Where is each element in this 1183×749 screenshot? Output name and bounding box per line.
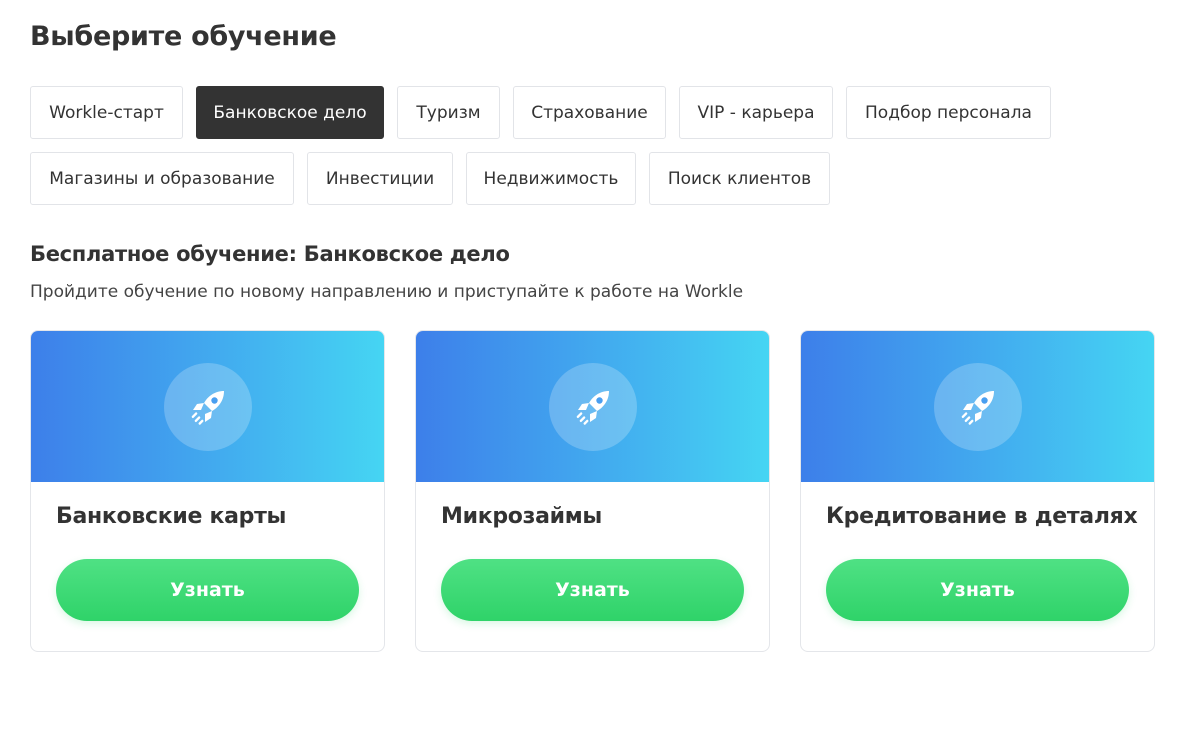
rocket-icon (191, 391, 224, 425)
course-card-banner (416, 331, 769, 482)
course-card: Микрозаймы Узнать (415, 330, 770, 652)
tab-insurance[interactable]: Страхование (513, 86, 666, 139)
course-icon-circle (163, 363, 252, 451)
section-subtitle: Пройдите обучение по новому направлению … (30, 282, 744, 302)
course-title: Банковские карты (56, 504, 287, 529)
rocket-icon (576, 391, 609, 425)
course-title: Микрозаймы (441, 504, 603, 529)
course-icon-circle (933, 363, 1022, 451)
course-title: Кредитование в деталях (826, 504, 1138, 529)
course-card-banner (801, 331, 1154, 482)
tab-row: Workle-старт Банковское дело Туризм Стра… (30, 86, 1160, 139)
training-tabs: Workle-старт Банковское дело Туризм Стра… (30, 86, 1160, 218)
learn-more-button[interactable]: Узнать (826, 559, 1129, 621)
tab-shops-education[interactable]: Магазины и образование (30, 152, 294, 205)
course-card: Кредитование в деталях Узнать (800, 330, 1155, 652)
tab-real-estate[interactable]: Недвижимость (466, 152, 636, 205)
tab-client-search[interactable]: Поиск клиентов (649, 152, 830, 205)
tab-recruiting[interactable]: Подбор персонала (846, 86, 1051, 139)
tab-vip-career[interactable]: VIP - карьера (679, 86, 833, 139)
tab-investments[interactable]: Инвестиции (307, 152, 453, 205)
tab-tourism[interactable]: Туризм (397, 86, 500, 139)
page-title: Выберите обучение (30, 21, 337, 52)
tab-row: Магазины и образование Инвестиции Недвиж… (30, 152, 1160, 205)
learn-more-button[interactable]: Узнать (56, 559, 359, 621)
course-card-banner (31, 331, 384, 482)
tab-workle-start[interactable]: Workle-старт (30, 86, 183, 139)
tab-banking[interactable]: Банковское дело (196, 86, 384, 139)
section-title: Бесплатное обучение: Банковское дело (30, 242, 510, 266)
course-card: Банковские карты Узнать (30, 330, 385, 652)
rocket-icon (961, 391, 994, 425)
course-icon-circle (548, 363, 637, 451)
learn-more-button[interactable]: Узнать (441, 559, 744, 621)
